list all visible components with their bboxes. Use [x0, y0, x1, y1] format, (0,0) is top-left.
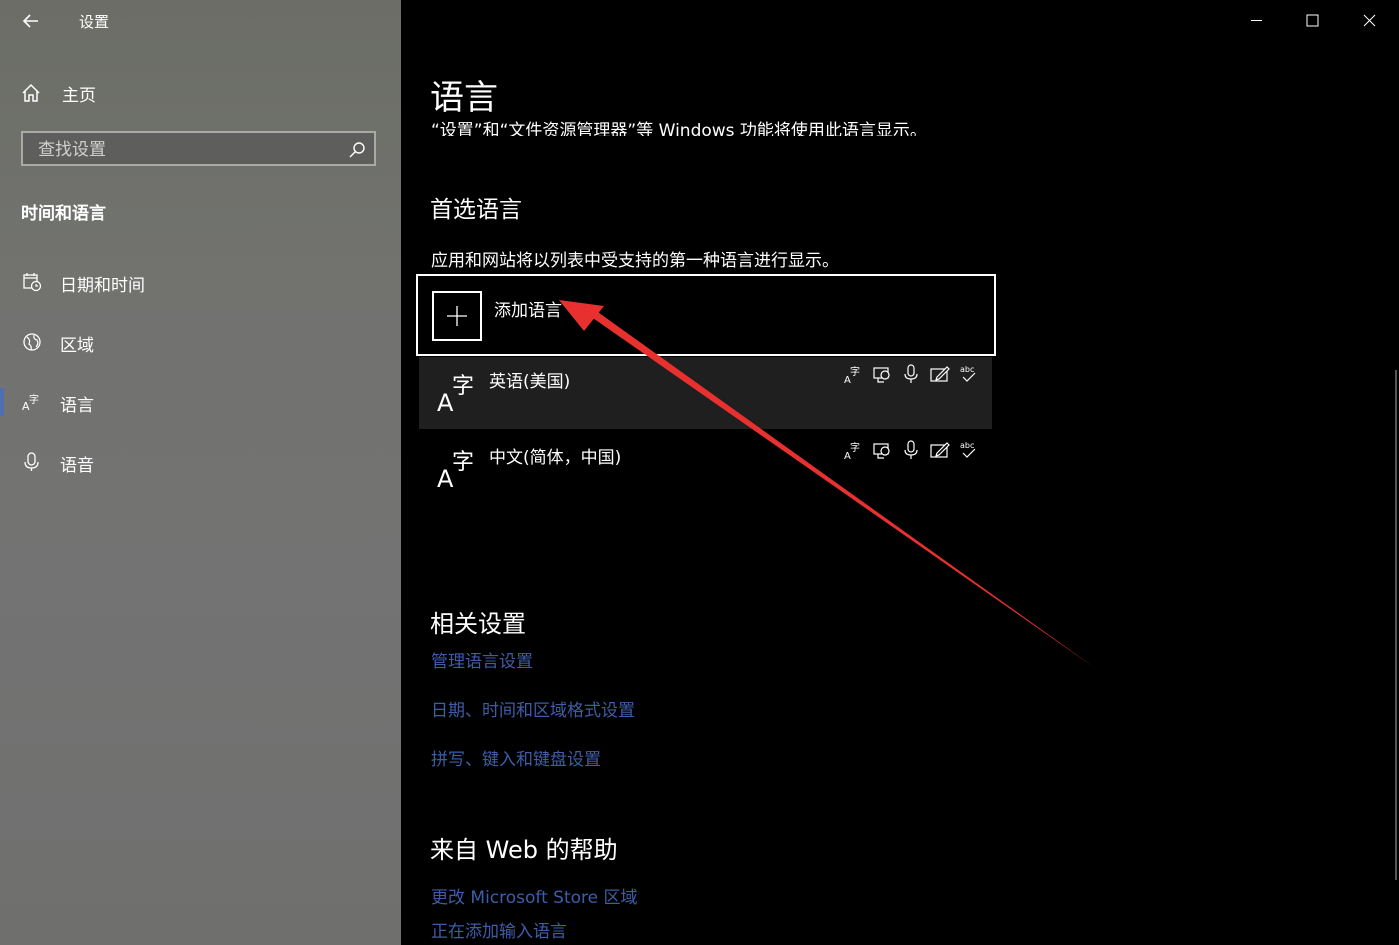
calendar-clock-icon: [23, 273, 42, 292]
sidebar-item-label: 区域: [60, 336, 94, 356]
link-adding-input-language[interactable]: 正在添加输入语言: [431, 917, 567, 942]
svg-text:字: 字: [452, 374, 474, 399]
back-button[interactable]: [18, 8, 44, 34]
minimize-button[interactable]: [1233, 0, 1279, 40]
sidebar-item-date-time[interactable]: 日期和时间: [0, 262, 401, 302]
add-language-button[interactable]: 添加语言: [416, 274, 996, 356]
handwriting-icon: [930, 366, 950, 382]
language-item-chinese[interactable]: A 字 中文(简体，中国) A 字 abc: [419, 433, 992, 505]
back-arrow-icon: [22, 14, 38, 28]
sidebar-item-home[interactable]: 主页: [20, 80, 220, 106]
home-icon: [22, 83, 40, 102]
text-to-speech-icon: [873, 443, 890, 459]
help-from-web-heading: 来自 Web 的帮助: [430, 836, 618, 864]
maximize-button[interactable]: [1289, 0, 1335, 40]
clipped-description-box: “设置”和“文件资源管理器”等 Windows 功能将使用此语言显示。: [431, 110, 1031, 136]
clipped-description: “设置”和“文件资源管理器”等 Windows 功能将使用此语言显示。: [431, 121, 927, 136]
scrollbar[interactable]: [1395, 370, 1397, 880]
search-icon[interactable]: [348, 141, 366, 159]
sidebar-section-title: 时间和语言: [21, 204, 106, 224]
speech-recognition-icon: [904, 440, 918, 459]
sidebar-item-region[interactable]: 区域: [0, 322, 401, 362]
add-language-label: 添加语言: [494, 301, 562, 321]
microphone-icon: [24, 452, 39, 471]
globe-icon: [23, 333, 41, 351]
link-manage-language-settings[interactable]: 管理语言设置: [431, 647, 533, 672]
app-title: 设置: [79, 13, 110, 31]
text-to-speech-icon: [873, 367, 890, 383]
search-input[interactable]: [36, 138, 340, 162]
language-icon: A 字: [22, 393, 39, 412]
close-icon: [1363, 14, 1376, 27]
spell-check-icon: abc: [960, 365, 976, 382]
handwriting-icon: [930, 442, 950, 458]
minimize-icon: [1251, 20, 1262, 21]
display-language-icon: A 字: [844, 365, 860, 385]
link-change-store-region[interactable]: 更改 Microsoft Store 区域: [431, 883, 638, 908]
sidebar-item-label: 语音: [60, 456, 94, 476]
svg-text:字: 字: [850, 441, 860, 454]
sidebar-item-label: 主页: [62, 85, 96, 106]
sidebar-item-label: 日期和时间: [60, 276, 145, 296]
preferred-languages-heading: 首选语言: [430, 197, 522, 223]
related-settings-heading: 相关设置: [430, 610, 526, 638]
language-name: 英语(美国): [489, 372, 571, 392]
search-box: [21, 131, 376, 166]
language-icon: A 字: [437, 450, 474, 489]
language-name: 中文(简体，中国): [489, 448, 622, 468]
display-language-icon: A 字: [844, 441, 860, 461]
link-spelling-typing-keyboard[interactable]: 拼写、键入和键盘设置: [431, 745, 601, 770]
sidebar-item-speech[interactable]: 语音: [0, 442, 401, 482]
speech-recognition-icon: [904, 364, 918, 383]
svg-text:字: 字: [452, 450, 474, 475]
sidebar: 设置 主页 时间和语言 日期和时间 区域 A 字: [0, 0, 401, 945]
link-date-time-region-format[interactable]: 日期、时间和区域格式设置: [431, 696, 635, 721]
plus-icon: [432, 291, 482, 341]
close-button[interactable]: [1346, 0, 1392, 40]
svg-text:abc: abc: [960, 365, 974, 374]
preferred-languages-description: 应用和网站将以列表中受支持的第一种语言进行显示。: [431, 251, 839, 271]
maximize-icon: [1306, 14, 1319, 27]
sidebar-item-label: 语言: [60, 396, 94, 416]
svg-text:abc: abc: [960, 441, 974, 450]
language-item-english[interactable]: A 字 英语(美国) A 字 abc: [419, 357, 992, 429]
svg-text:字: 字: [850, 365, 860, 378]
sidebar-item-language[interactable]: A 字 语言: [0, 382, 401, 422]
language-icon: A 字: [437, 374, 474, 413]
svg-text:字: 字: [29, 393, 39, 406]
spell-check-icon: abc: [960, 441, 976, 458]
